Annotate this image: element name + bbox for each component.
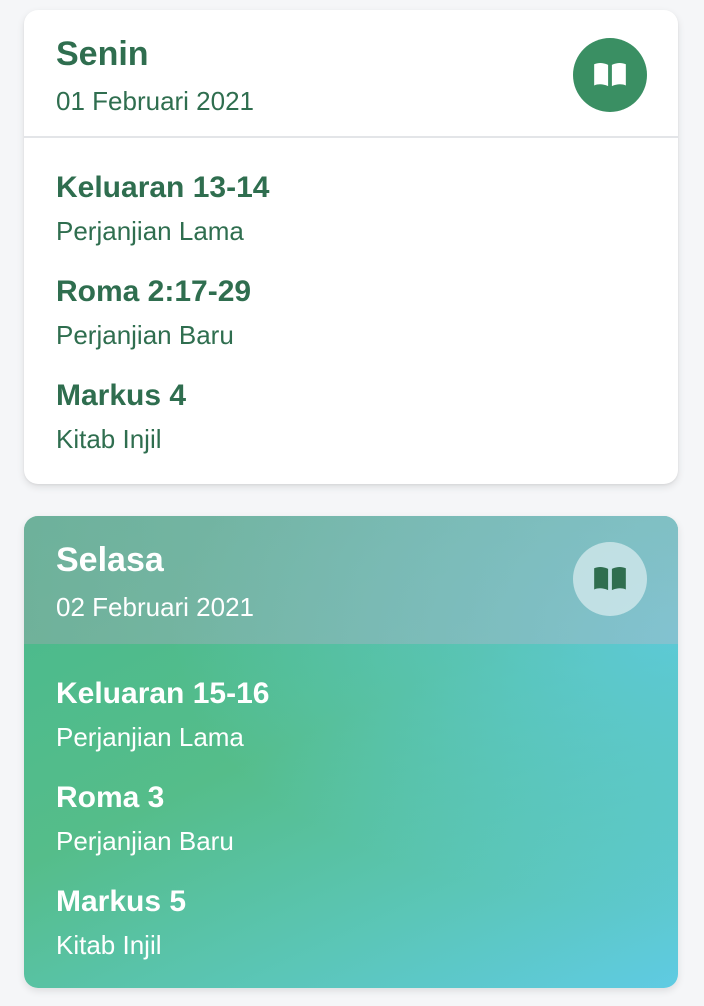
reading-list: Keluaran 13-14 Perjanjian Lama Roma 2:17… bbox=[56, 168, 636, 480]
read-button[interactable] bbox=[573, 38, 647, 112]
day-title: Selasa bbox=[56, 541, 164, 579]
reading-reference: Markus 5 bbox=[56, 885, 187, 918]
reading-reference: Keluaran 13-14 bbox=[56, 171, 270, 204]
day-date: 01 Februari 2021 bbox=[56, 86, 255, 116]
open-book-icon bbox=[594, 566, 626, 591]
reading-testament: Kitab Injil bbox=[56, 930, 162, 960]
reading-reference: Roma 2:17-29 bbox=[56, 275, 252, 308]
read-button[interactable] bbox=[573, 542, 647, 616]
card-header: Senin 01 Februari 2021 bbox=[24, 10, 678, 138]
reading-testament: Perjanjian Lama bbox=[56, 722, 244, 752]
day-title: Senin bbox=[56, 35, 149, 73]
reading-item[interactable]: Keluaran 15-16 Perjanjian Lama bbox=[56, 674, 636, 778]
reading-item[interactable]: Keluaran 13-14 Perjanjian Lama bbox=[56, 168, 636, 272]
reading-reference: Roma 3 bbox=[56, 781, 165, 814]
reading-testament: Perjanjian Baru bbox=[56, 320, 234, 350]
reading-item[interactable]: Markus 4 Kitab Injil bbox=[56, 376, 636, 480]
day-card-senin[interactable]: Senin 01 Februari 2021 Keluaran 13-14 Pe… bbox=[24, 10, 678, 484]
open-book-icon bbox=[594, 62, 626, 87]
reading-item[interactable]: Roma 3 Perjanjian Baru bbox=[56, 778, 636, 882]
reading-reference: Markus 4 bbox=[56, 379, 187, 412]
reading-item[interactable]: Roma 2:17-29 Perjanjian Baru bbox=[56, 272, 636, 376]
reading-testament: Kitab Injil bbox=[56, 424, 162, 454]
reading-item[interactable]: Markus 5 Kitab Injil bbox=[56, 882, 636, 986]
day-date: 02 Februari 2021 bbox=[56, 592, 255, 622]
day-card-selasa[interactable]: Selasa 02 Februari 2021 Keluaran 15-16 P… bbox=[24, 516, 678, 988]
reading-reference: Keluaran 15-16 bbox=[56, 677, 270, 710]
reading-testament: Perjanjian Baru bbox=[56, 826, 234, 856]
reading-list: Keluaran 15-16 Perjanjian Lama Roma 3 Pe… bbox=[56, 674, 636, 986]
card-header: Selasa 02 Februari 2021 bbox=[24, 516, 678, 644]
reading-testament: Perjanjian Lama bbox=[56, 216, 244, 246]
